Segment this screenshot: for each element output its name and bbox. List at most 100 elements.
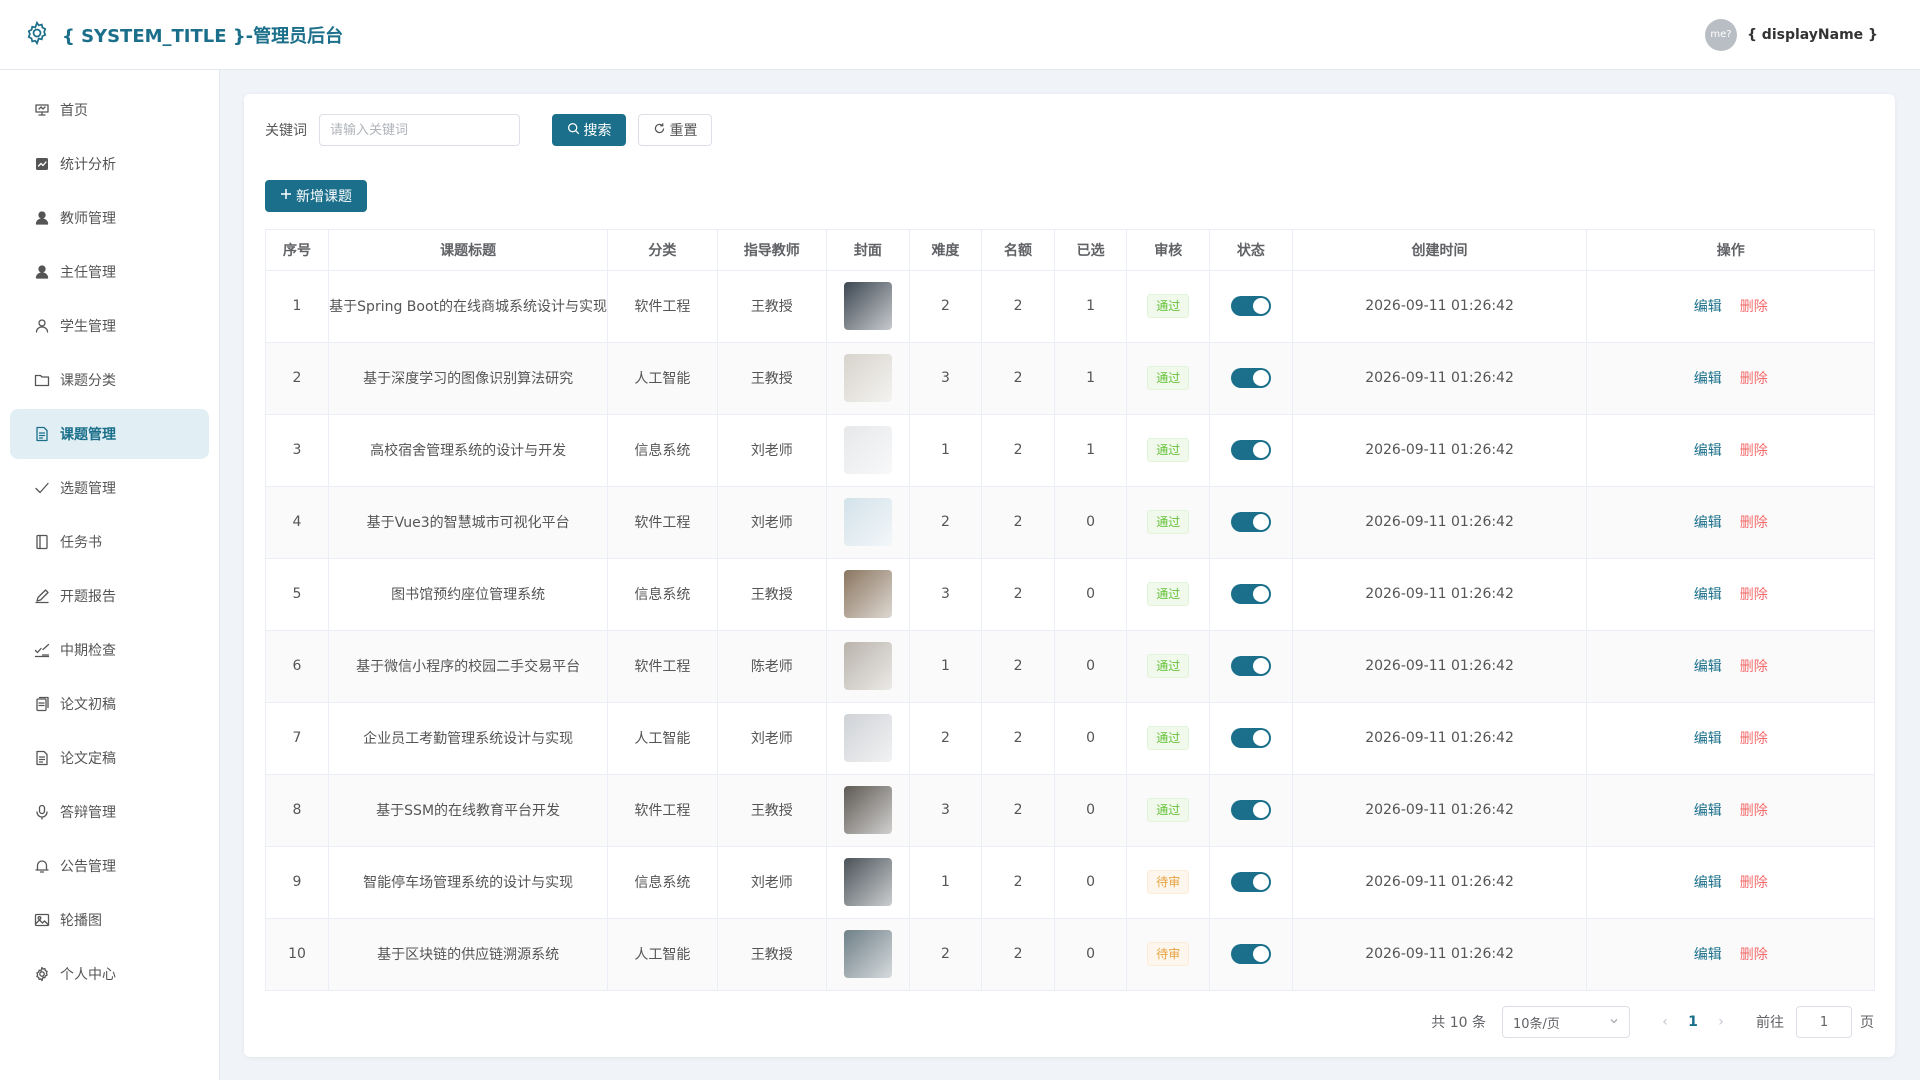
edit-button[interactable]: 编辑 xyxy=(1694,800,1722,820)
topic-difficulty: 2 xyxy=(909,486,983,559)
topic-quota: 2 xyxy=(981,342,1055,415)
row-number: 5 xyxy=(266,558,330,631)
topic-quota: 2 xyxy=(981,774,1055,847)
cover-image[interactable] xyxy=(843,354,892,402)
sidebar-item-3[interactable]: 主任管理 xyxy=(10,247,209,297)
status-toggle[interactable] xyxy=(1230,584,1271,604)
delete-button[interactable]: 删除 xyxy=(1740,728,1768,748)
goto-label: 前往 xyxy=(1756,1015,1784,1031)
sidebar-item-15[interactable]: 轮播图 xyxy=(10,895,209,945)
cover-image[interactable] xyxy=(843,858,892,906)
sidebar-item-10[interactable]: 中期检查 xyxy=(10,625,209,675)
delete-button[interactable]: 删除 xyxy=(1740,368,1768,388)
home-icon xyxy=(34,102,50,118)
delete-button[interactable]: 删除 xyxy=(1740,296,1768,316)
user-outline-icon xyxy=(34,318,50,334)
topic-title: 智能停车场管理系统的设计与实现 xyxy=(328,846,609,919)
cover-image[interactable] xyxy=(843,786,892,834)
edit-button[interactable]: 编辑 xyxy=(1694,368,1722,388)
delete-button[interactable]: 删除 xyxy=(1740,440,1768,460)
sidebar-item-2[interactable]: 教师管理 xyxy=(10,193,209,243)
delete-button[interactable]: 删除 xyxy=(1740,656,1768,676)
goto-page-input[interactable] xyxy=(1796,1006,1852,1038)
delete-button[interactable]: 删除 xyxy=(1740,944,1768,964)
sidebar-item-7[interactable]: 选题管理 xyxy=(10,463,209,513)
delete-button[interactable]: 删除 xyxy=(1740,584,1768,604)
sidebar-item-8[interactable]: 任务书 xyxy=(10,517,209,567)
table-row: 1 基于Spring Boot的在线商城系统设计与实现 软件工程 王教授 2 2 1 通过 20… xyxy=(266,270,1874,343)
cover-image[interactable] xyxy=(843,282,892,330)
actions-cell: 编辑 删除 xyxy=(1586,774,1874,847)
delete-button[interactable]: 删除 xyxy=(1740,872,1768,892)
topic-teacher: 王教授 xyxy=(717,270,828,343)
column-header: 封面 xyxy=(826,230,910,271)
edit-button[interactable]: 编辑 xyxy=(1694,944,1722,964)
actions-cell: 编辑 删除 xyxy=(1586,558,1874,631)
cover-image[interactable] xyxy=(843,714,892,762)
review-cell: 通过 xyxy=(1126,414,1211,487)
sidebar-item-13[interactable]: 答辩管理 xyxy=(10,787,209,837)
keyword-input[interactable] xyxy=(319,114,520,146)
status-toggle[interactable] xyxy=(1230,512,1271,532)
topic-category: 信息系统 xyxy=(607,846,718,919)
user-menu[interactable]: me? { displayName } xyxy=(1704,18,1878,51)
sidebar-item-5[interactable]: 课题分类 xyxy=(10,355,209,405)
user-name[interactable]: { displayName } xyxy=(1747,27,1878,43)
status-toggle[interactable] xyxy=(1230,656,1271,676)
avatar[interactable]: me? xyxy=(1704,18,1737,51)
cover-image[interactable] xyxy=(843,570,892,618)
edit-button[interactable]: 编辑 xyxy=(1694,656,1722,676)
topic-difficulty: 2 xyxy=(909,702,983,775)
page-size-select[interactable]: 10条/页 xyxy=(1502,1006,1630,1038)
edit-button[interactable]: 编辑 xyxy=(1694,584,1722,604)
cover-cell xyxy=(826,702,910,775)
status-toggle[interactable] xyxy=(1230,872,1271,892)
sidebar-item-12[interactable]: 论文定稿 xyxy=(10,733,209,783)
delete-button[interactable]: 删除 xyxy=(1740,512,1768,532)
cover-image[interactable] xyxy=(843,426,892,474)
sidebar-item-0[interactable]: 首页 xyxy=(10,85,209,135)
next-page-button[interactable]: › xyxy=(1708,1014,1734,1030)
sidebar-item-9[interactable]: 开题报告 xyxy=(10,571,209,621)
gear-icon xyxy=(24,20,50,50)
status-toggle[interactable] xyxy=(1230,296,1271,316)
review-cell: 通过 xyxy=(1126,774,1211,847)
sidebar-item-1[interactable]: 统计分析 xyxy=(10,139,209,189)
sidebar-item-11[interactable]: 论文初稿 xyxy=(10,679,209,729)
sidebar-item-16[interactable]: 个人中心 xyxy=(10,949,209,999)
topic-teacher: 王教授 xyxy=(717,342,828,415)
edit-button[interactable]: 编辑 xyxy=(1694,440,1722,460)
microphone-icon xyxy=(34,804,50,820)
edit-button[interactable]: 编辑 xyxy=(1694,872,1722,892)
checklist-icon xyxy=(34,642,50,658)
sidebar-item-14[interactable]: 公告管理 xyxy=(10,841,209,891)
status-toggle[interactable] xyxy=(1230,944,1271,965)
status-toggle[interactable] xyxy=(1230,368,1271,388)
sidebar-item-4[interactable]: 学生管理 xyxy=(10,301,209,351)
delete-button[interactable]: 删除 xyxy=(1740,800,1768,820)
sidebar-item-6[interactable]: 课题管理 xyxy=(10,409,209,459)
page-number-1[interactable]: 1 xyxy=(1678,1014,1708,1030)
edit-button[interactable]: 编辑 xyxy=(1694,296,1722,316)
status-toggle[interactable] xyxy=(1230,800,1271,820)
status-toggle[interactable] xyxy=(1230,728,1271,748)
created-time: 2026-09-11 01:26:42 xyxy=(1292,702,1588,775)
row-number: 9 xyxy=(266,846,330,919)
prev-page-button[interactable]: ‹ xyxy=(1652,1014,1678,1030)
cover-cell xyxy=(826,630,910,703)
search-button[interactable]: 搜索 xyxy=(552,114,626,146)
cover-image[interactable] xyxy=(843,930,892,979)
topic-difficulty: 3 xyxy=(909,774,983,847)
review-badge: 通过 xyxy=(1147,366,1190,390)
picture-icon xyxy=(34,912,50,928)
edit-button[interactable]: 编辑 xyxy=(1694,728,1722,748)
cover-image[interactable] xyxy=(843,642,892,690)
cover-image[interactable] xyxy=(843,498,892,546)
status-cell xyxy=(1209,270,1293,343)
add-topic-button[interactable]: 新增课题 xyxy=(265,180,367,212)
status-toggle[interactable] xyxy=(1230,440,1271,460)
reset-button[interactable]: 重置 xyxy=(638,114,712,146)
edit-button[interactable]: 编辑 xyxy=(1694,512,1722,532)
user-icon xyxy=(34,210,50,226)
search-bar: 关键词 搜索 重置 xyxy=(265,114,712,146)
